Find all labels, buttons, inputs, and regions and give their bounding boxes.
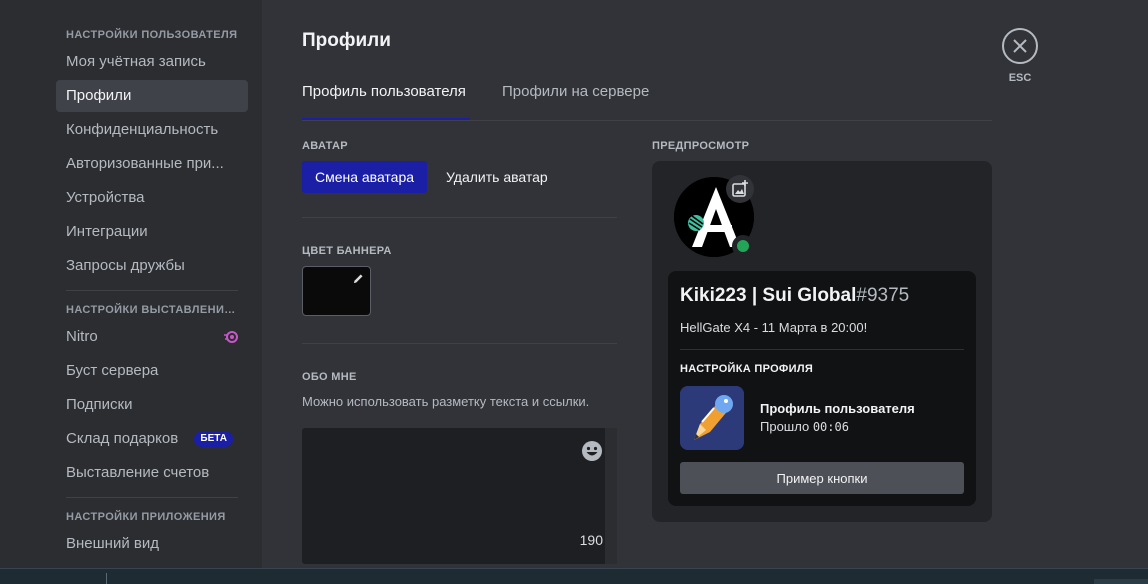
- banner-color-label: ЦВЕТ БАННЕРА: [302, 245, 392, 257]
- taskbar-divider: [106, 573, 107, 584]
- esc-label: ESC: [1008, 72, 1032, 84]
- card-divider: [680, 349, 964, 350]
- profile-tabs: Профиль пользователя Профили на сервере: [302, 72, 992, 121]
- sidebar-item-label: Склад подарков: [66, 430, 179, 447]
- about-me-hint: Можно использовать разметку текста и ссы…: [302, 394, 590, 409]
- sample-button[interactable]: Пример кнопки: [680, 462, 964, 494]
- about-me-scrollbar[interactable]: [605, 428, 617, 564]
- section-divider: [302, 217, 617, 218]
- settings-content: Профили Профиль пользователя Профили на …: [262, 0, 1148, 568]
- taskbar-segment: [1094, 579, 1148, 584]
- activity-elapsed: Прошло 00:06: [760, 419, 849, 434]
- sidebar-item-nitro[interactable]: Nitro: [56, 321, 248, 353]
- activity-title: Профиль пользователя: [760, 401, 915, 416]
- close-settings-button[interactable]: [1002, 28, 1038, 64]
- sidebar-divider: [66, 497, 238, 498]
- profile-preview-card: Kiki223 | Sui Global#9375 HellGate X4 - …: [652, 161, 992, 522]
- activity-header: НАСТРОЙКА ПРОФИЛЯ: [680, 363, 814, 375]
- sidebar-item-friend-requests[interactable]: Запросы дружбы: [56, 250, 248, 282]
- pencil-icon: [353, 274, 363, 284]
- sidebar-item-privacy[interactable]: Конфиденциальность: [56, 114, 248, 146]
- nitro-icon: [224, 331, 238, 343]
- elapsed-timer: 00:06: [812, 420, 849, 434]
- change-avatar-button[interactable]: Смена аватара: [302, 161, 427, 193]
- remove-avatar-button[interactable]: Удалить аватар: [434, 161, 560, 193]
- banner-color-picker[interactable]: [302, 266, 371, 316]
- online-status-indicator: [732, 235, 754, 257]
- about-me-input[interactable]: 190: [302, 428, 617, 564]
- activity-image: [680, 386, 744, 450]
- add-image-icon: [732, 180, 748, 197]
- pencil-mascot-icon: [680, 386, 744, 450]
- sidebar-item-subscriptions[interactable]: Подписки: [56, 389, 248, 421]
- sidebar-item-my-account[interactable]: Моя учётная запись: [56, 46, 248, 78]
- avatar-section-label: АВАТАР: [302, 140, 348, 152]
- section-divider: [302, 343, 617, 344]
- sidebar-header-app-settings: НАСТРОЙКИ ПРИЛОЖЕНИЯ: [66, 511, 226, 523]
- elapsed-prefix: Прошло: [760, 419, 810, 434]
- sidebar-item-devices[interactable]: Устройства: [56, 182, 248, 214]
- about-me-label: ОБО МНЕ: [302, 371, 357, 383]
- sidebar-content: НАСТРОЙКИ ПОЛЬЗОВАТЕЛЯ Моя учётная запис…: [56, 24, 248, 562]
- char-counter: 190: [579, 532, 603, 548]
- preview-label: ПРЕДПРОСМОТР: [652, 140, 750, 152]
- sidebar-header-billing: НАСТРОЙКИ ВЫСТАВЛЕНИЯ ...: [66, 304, 247, 316]
- sidebar-item-profiles[interactable]: Профили: [56, 80, 248, 112]
- tab-server-profiles[interactable]: Профили на сервере: [502, 72, 649, 120]
- custom-status: HellGate X4 - 11 Марта в 20:00!: [680, 320, 868, 335]
- sidebar-item-gift-inventory[interactable]: Склад подарков БЕТА: [56, 423, 248, 455]
- sidebar-header-user-settings: НАСТРОЙКИ ПОЛЬЗОВАТЕЛЯ: [66, 29, 238, 41]
- beta-badge: БЕТА: [194, 431, 233, 447]
- close-icon: [1013, 39, 1027, 53]
- discriminator: #9375: [856, 285, 910, 306]
- username: Kiki223 | Sui Global#9375: [680, 285, 909, 307]
- settings-sidebar: НАСТРОЙКИ ПОЛЬЗОВАТЕЛЯ Моя учётная запис…: [0, 0, 262, 568]
- tab-user-profile[interactable]: Профиль пользователя: [302, 72, 470, 120]
- sidebar-item-label: Nitro: [66, 328, 98, 345]
- add-image-button[interactable]: [726, 175, 754, 203]
- profile-info-card: Kiki223 | Sui Global#9375 HellGate X4 - …: [668, 271, 976, 506]
- taskbar: [0, 568, 1148, 584]
- page-title: Профили: [302, 30, 391, 51]
- sidebar-item-server-boost[interactable]: Буст сервера: [56, 355, 248, 387]
- sidebar-item-authorized-apps[interactable]: Авторизованные при...: [56, 148, 248, 180]
- username-text: Kiki223 | Sui Global: [680, 285, 857, 306]
- emoji-icon[interactable]: [581, 440, 603, 462]
- sidebar-item-appearance[interactable]: Внешний вид: [56, 528, 248, 560]
- sidebar-item-billing[interactable]: Выставление счетов: [56, 457, 248, 489]
- sidebar-item-integrations[interactable]: Интеграции: [56, 216, 248, 248]
- sidebar-divider: [66, 290, 238, 291]
